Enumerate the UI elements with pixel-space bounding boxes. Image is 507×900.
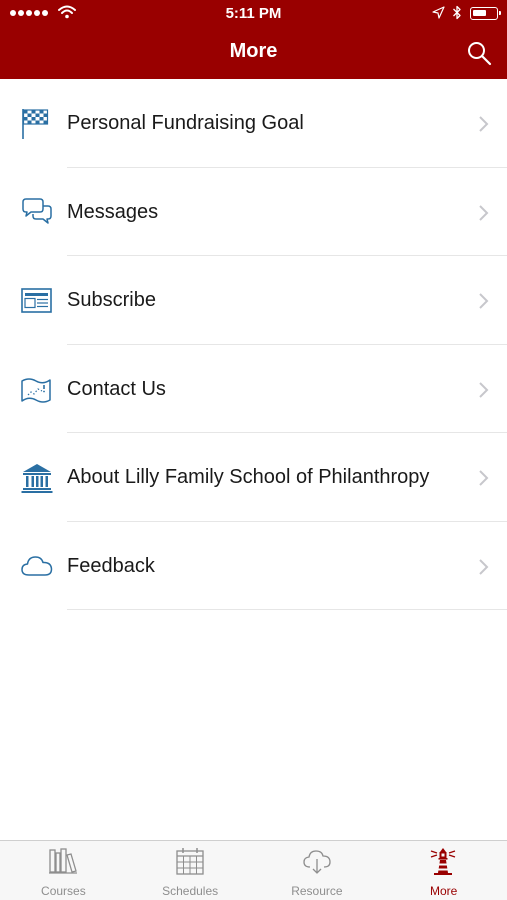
header: 5:11 PM More: [0, 0, 507, 79]
chevron-right-icon: [479, 116, 489, 132]
menu-item-about-lilly-family-school[interactable]: About Lilly Family School of Philanthrop…: [0, 433, 507, 522]
chat-bubbles-icon: [22, 197, 52, 224]
more-menu-list: Personal Fundraising Goal Messages Subsc…: [0, 79, 507, 610]
bluetooth-icon: [453, 5, 461, 20]
menu-item-label: Contact Us: [67, 377, 166, 400]
chevron-right-icon: [479, 558, 489, 575]
tab-schedules[interactable]: Schedules: [127, 841, 254, 900]
menu-item-label: Personal Fundraising Goal: [67, 112, 304, 134]
cloud-download-icon: [302, 850, 331, 874]
chevron-right-icon: [479, 381, 489, 398]
divider: [67, 609, 507, 610]
books-icon: [49, 848, 77, 874]
menu-item-messages[interactable]: Messages: [0, 168, 507, 256]
cloud-icon: [21, 555, 53, 576]
menu-item-subscribe[interactable]: Subscribe: [0, 256, 507, 345]
menu-item-label: About Lilly Family School of Philanthrop…: [67, 466, 430, 488]
tab-more[interactable]: More: [380, 841, 507, 900]
chevron-right-icon: [479, 470, 489, 486]
tab-label: More: [429, 884, 458, 898]
status-bar: 5:11 PM: [0, 0, 507, 28]
tab-bar: Courses Schedules Resource More: [0, 840, 507, 900]
menu-item-label: Messages: [67, 200, 159, 223]
tab-label: Resource: [291, 884, 343, 898]
tab-courses[interactable]: Courses: [0, 841, 127, 900]
newsletter-icon: [21, 288, 52, 313]
page-title: More: [229, 40, 278, 62]
menu-item-label: Feedback: [67, 554, 155, 577]
chevron-right-icon: [479, 204, 489, 221]
tab-label: Courses: [41, 884, 86, 898]
building-columns-icon: [21, 464, 53, 493]
chevron-right-icon: [479, 293, 489, 309]
menu-item-personal-fundraising-goal[interactable]: Personal Fundraising Goal: [0, 79, 507, 168]
status-time: 5:11 PM: [225, 5, 282, 22]
menu-item-feedback[interactable]: Feedback: [0, 522, 507, 610]
tab-resource[interactable]: Resource: [254, 841, 381, 900]
location-arrow-icon: [432, 6, 445, 19]
menu-item-contact-us[interactable]: Contact Us: [0, 345, 507, 433]
menu-item-label: Subscribe: [67, 289, 156, 311]
battery-icon: [470, 7, 501, 20]
search-icon[interactable]: [466, 40, 492, 66]
map-icon: [21, 377, 51, 403]
tab-label: Schedules: [162, 884, 219, 898]
lighthouse-icon: [431, 848, 456, 875]
checkered-flag-icon: [22, 109, 49, 139]
calendar-icon: [176, 848, 204, 875]
